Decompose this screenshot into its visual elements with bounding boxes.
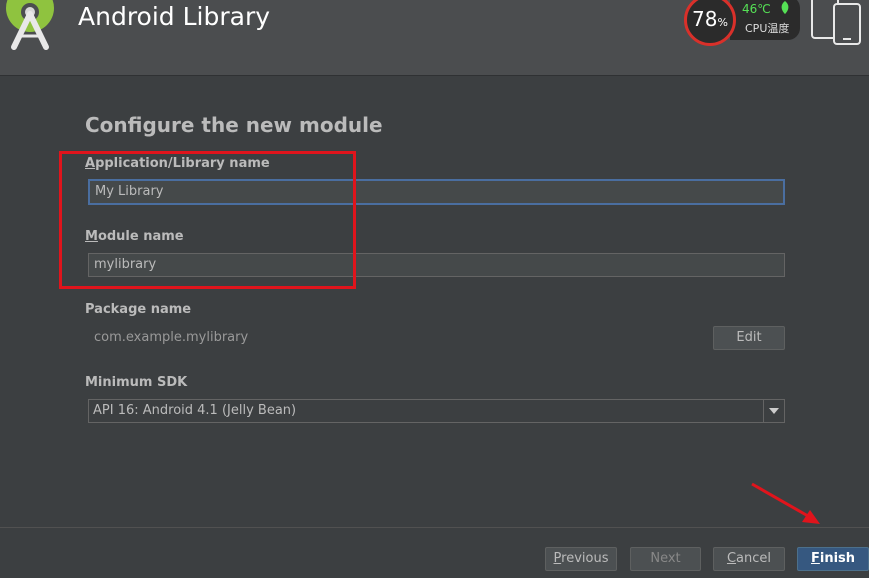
android-studio-logo-icon: [6, 0, 54, 50]
package-name-label: Package name: [85, 302, 192, 317]
cpu-info-panel: 46℃ CPU温度: [730, 0, 800, 40]
leaf-icon: [781, 1, 789, 14]
previous-button[interactable]: Previous: [545, 547, 617, 571]
cpu-percent-unit: %: [717, 16, 728, 29]
package-name-value: com.example.mylibrary: [94, 330, 249, 345]
minimum-sdk-label: Minimum SDK: [85, 375, 188, 390]
cancel-button[interactable]: Cancel: [713, 547, 785, 571]
cpu-percent: 78: [692, 7, 718, 31]
minimum-sdk-selected: API 16: Android 4.1 (Jelly Bean): [93, 403, 297, 418]
phone-tablet-icon: [811, 0, 861, 45]
cpu-temperature: 46℃: [742, 2, 771, 16]
finish-button[interactable]: Finish: [797, 547, 869, 571]
section-title: Configure the new module: [85, 113, 383, 137]
annotation-highlight-box: [59, 151, 356, 289]
footer-divider: [0, 527, 869, 528]
edit-package-button[interactable]: Edit: [713, 326, 785, 350]
wizard-title: Android Library: [78, 2, 271, 31]
wizard-header: Android Library 46℃ CPU温度 78%: [0, 0, 869, 76]
cpu-monitor-widget[interactable]: 46℃ CPU温度 78%: [684, 0, 802, 48]
minimum-sdk-select[interactable]: API 16: Android 4.1 (Jelly Bean): [88, 399, 785, 423]
cpu-label: CPU温度: [745, 22, 790, 35]
next-button[interactable]: Next: [630, 547, 701, 571]
annotation-arrow-icon: [751, 482, 820, 524]
cpu-usage-ring: 78%: [684, 0, 736, 46]
chevron-down-icon[interactable]: [763, 400, 784, 422]
